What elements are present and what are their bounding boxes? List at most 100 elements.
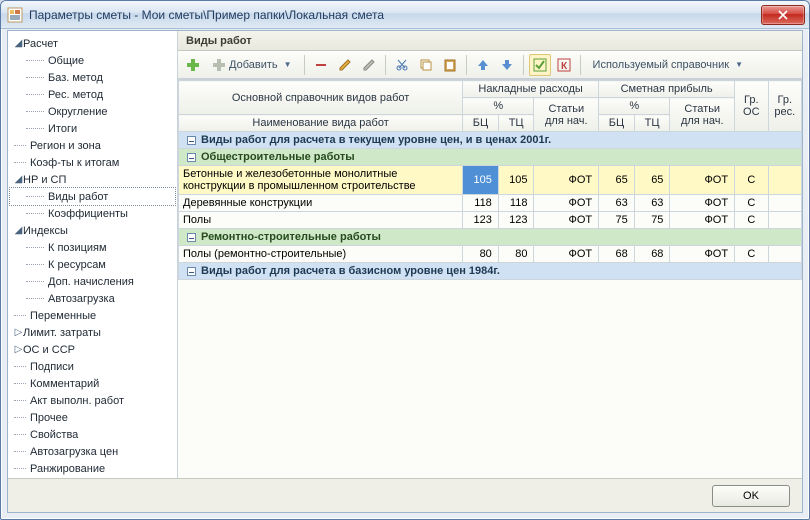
tree-item[interactable]: Баз. метод: [10, 69, 175, 86]
cell[interactable]: С: [735, 246, 768, 263]
tree-item[interactable]: Свойства: [10, 426, 175, 443]
cell[interactable]: [768, 246, 802, 263]
table-row[interactable]: Виды работ для расчета в текущем уровне …: [179, 132, 802, 149]
col-profit[interactable]: Сметная прибыль: [599, 81, 735, 98]
col-name[interactable]: Наименование вида работ: [179, 115, 463, 132]
cell[interactable]: 123: [463, 212, 499, 229]
cell[interactable]: 123: [498, 212, 534, 229]
cell[interactable]: Полы (ремонтно-строительные): [179, 246, 463, 263]
add-icon-button[interactable]: [182, 54, 204, 76]
tree-item[interactable]: Коэффициенты: [10, 205, 175, 222]
col-stat2[interactable]: Статьи для нач.: [670, 98, 735, 132]
table-row[interactable]: Полы (ремонтно-строительные)8080ФОТ6868Ф…: [179, 246, 802, 263]
cell[interactable]: Деревянные конструкции: [179, 195, 463, 212]
table-row[interactable]: Полы123123ФОТ7575ФОТС: [179, 212, 802, 229]
cell[interactable]: 68: [634, 246, 670, 263]
tree-item[interactable]: Доп. начисления: [10, 273, 175, 290]
tree-item[interactable]: К ресурсам: [10, 256, 175, 273]
cell[interactable]: [768, 212, 802, 229]
table-row[interactable]: Бетонные и железобетонные монолитные кон…: [179, 166, 802, 195]
tree-item[interactable]: Итоги: [10, 120, 175, 137]
col-overhead[interactable]: Накладные расходы: [463, 81, 599, 98]
group-cell[interactable]: Виды работ для расчета в текущем уровне …: [179, 132, 802, 149]
cell[interactable]: ФОТ: [534, 166, 599, 195]
tree-item[interactable]: Переменные: [10, 307, 175, 324]
col-tc2[interactable]: ТЦ: [634, 115, 670, 132]
tree-item[interactable]: Прочее: [10, 409, 175, 426]
edit-pencil-icon[interactable]: [334, 54, 356, 76]
col-main[interactable]: Основной справочник видов работ: [179, 81, 463, 115]
cell[interactable]: С: [735, 212, 768, 229]
col-tc1[interactable]: ТЦ: [498, 115, 534, 132]
group-cell[interactable]: Виды работ для расчета в базисном уровне…: [179, 263, 802, 280]
cell[interactable]: ФОТ: [670, 166, 735, 195]
cell[interactable]: [768, 166, 802, 195]
check-toggle[interactable]: [529, 54, 551, 76]
tree-item[interactable]: Общие: [10, 52, 175, 69]
cell[interactable]: [768, 195, 802, 212]
arrow-up-icon[interactable]: [472, 54, 494, 76]
tree-item[interactable]: ◢НР и СП: [10, 171, 175, 188]
ok-button[interactable]: OK: [712, 485, 790, 507]
edit2-icon[interactable]: [358, 54, 380, 76]
cell[interactable]: 105: [463, 166, 499, 195]
close-button[interactable]: [761, 5, 805, 25]
tree-item[interactable]: Гиперссылки: [10, 477, 175, 478]
col-grres[interactable]: Гр. рес.: [768, 81, 802, 132]
cell[interactable]: 65: [599, 166, 635, 195]
cell[interactable]: 63: [599, 195, 635, 212]
cell[interactable]: 80: [463, 246, 499, 263]
col-bc2[interactable]: БЦ: [599, 115, 635, 132]
cell[interactable]: ФОТ: [534, 212, 599, 229]
cell[interactable]: ФОТ: [534, 246, 599, 263]
cell[interactable]: ФОТ: [670, 195, 735, 212]
cell[interactable]: 68: [599, 246, 635, 263]
col-groc[interactable]: Гр. ОС: [735, 81, 768, 132]
collapse-icon[interactable]: [187, 136, 196, 145]
tree-item[interactable]: Комментарий: [10, 375, 175, 392]
tree-item[interactable]: Виды работ: [10, 188, 175, 205]
tree-item[interactable]: Акт выполн. работ: [10, 392, 175, 409]
tree-item[interactable]: ◢Индексы: [10, 222, 175, 239]
tree-item[interactable]: Регион и зона: [10, 137, 175, 154]
add-button[interactable]: Добавить ▼: [206, 54, 299, 76]
tree-item[interactable]: Подписи: [10, 358, 175, 375]
cell[interactable]: ФОТ: [670, 246, 735, 263]
collapse-icon[interactable]: [187, 153, 196, 162]
tree-item[interactable]: Ранжирование: [10, 460, 175, 477]
cell[interactable]: 105: [498, 166, 534, 195]
tree-item[interactable]: К позициям: [10, 239, 175, 256]
cell[interactable]: 75: [599, 212, 635, 229]
copy-icon[interactable]: [415, 54, 437, 76]
cell[interactable]: 63: [634, 195, 670, 212]
group-cell[interactable]: Ремонтно-строительные работы: [179, 229, 802, 246]
cell[interactable]: Полы: [179, 212, 463, 229]
titlebar[interactable]: Параметры сметы - Мои сметы\Пример папки…: [1, 1, 809, 29]
col-pct2[interactable]: %: [599, 98, 670, 115]
tree-item[interactable]: Автозагрузка цен: [10, 443, 175, 460]
table-row[interactable]: Ремонтно-строительные работы: [179, 229, 802, 246]
cell[interactable]: 80: [498, 246, 534, 263]
tree-item[interactable]: ◢Расчет: [10, 35, 175, 52]
col-bc1[interactable]: БЦ: [463, 115, 499, 132]
reference-dropdown[interactable]: Используемый справочник ▼: [586, 54, 750, 76]
col-pct[interactable]: %: [463, 98, 534, 115]
tree-item[interactable]: Рес. метод: [10, 86, 175, 103]
group-cell[interactable]: Общестроительные работы: [179, 149, 802, 166]
cell[interactable]: С: [735, 166, 768, 195]
table-row[interactable]: Общестроительные работы: [179, 149, 802, 166]
tree-item[interactable]: Коэф-ты к итогам: [10, 154, 175, 171]
nav-tree[interactable]: ◢РасчетОбщиеБаз. методРес. методОкруглен…: [8, 31, 178, 478]
collapse-icon[interactable]: [187, 267, 196, 276]
cell[interactable]: Бетонные и железобетонные монолитные кон…: [179, 166, 463, 195]
tree-item[interactable]: Автозагрузка: [10, 290, 175, 307]
remove-button[interactable]: [310, 54, 332, 76]
cell[interactable]: 75: [634, 212, 670, 229]
cell[interactable]: С: [735, 195, 768, 212]
collapse-icon[interactable]: [187, 233, 196, 242]
paste-icon[interactable]: [439, 54, 461, 76]
cell[interactable]: 118: [498, 195, 534, 212]
cell[interactable]: ФОТ: [534, 195, 599, 212]
tree-item[interactable]: ▷ОС и ССР: [10, 341, 175, 358]
tree-item[interactable]: Округление: [10, 103, 175, 120]
